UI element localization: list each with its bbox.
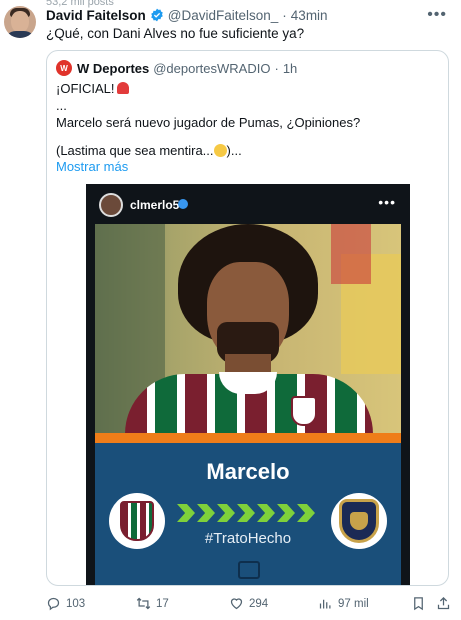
w-deportes-logo: W (56, 60, 72, 76)
bookmark-button[interactable] (411, 596, 431, 611)
quoted-author-handle: @deportesWRADIO (153, 60, 271, 76)
reply-button[interactable]: 103 (46, 596, 85, 611)
share-button[interactable] (436, 596, 456, 611)
quoted-header: W W Deportes @deportesWRADIO · 1h (56, 60, 297, 76)
reply-count: 103 (66, 597, 86, 610)
transfer-graphic-panel: Marcelo #TratoHecho (95, 443, 401, 585)
views-count: 97 mil (338, 597, 369, 610)
instagram-avatar (99, 193, 123, 217)
player-photo (95, 224, 401, 434)
retweet-icon (136, 597, 151, 610)
retweet-button[interactable]: 17 (136, 596, 169, 611)
more-options-icon[interactable]: ••• (427, 6, 447, 24)
transfer-arrows-icon (177, 504, 319, 524)
bookmark-icon (414, 597, 423, 611)
hashtag-text: #TratoHecho (204, 530, 292, 547)
share-icon (437, 596, 450, 610)
tweet-text: ¿Qué, con Dani Alves no fue suficiente y… (46, 26, 305, 41)
author-name[interactable]: David Faitelson (46, 8, 146, 23)
separator-dot: · (282, 7, 287, 23)
reply-icon (47, 597, 60, 611)
action-bar: 103 17 294 97 mil (46, 596, 451, 614)
verified-badge-icon (151, 8, 163, 22)
author-handle[interactable]: @DavidFaitelson_ (168, 8, 279, 23)
views-icon (319, 599, 331, 609)
author-avatar[interactable] (4, 6, 36, 38)
like-count: 294 (249, 597, 269, 610)
show-more-link[interactable]: Mostrar más (56, 159, 128, 174)
siren-emoji-icon (116, 82, 129, 94)
quoted-time: 1h (282, 60, 298, 76)
retweet-count: 17 (156, 597, 169, 610)
tweet-header: David Faitelson @DavidFaitelson_ · 43min (46, 6, 451, 24)
orange-strip (95, 433, 401, 443)
like-icon (230, 598, 243, 610)
like-button[interactable]: 294 (229, 596, 268, 611)
quoted-separator-dot: · (274, 60, 279, 76)
player-name: Marcelo (206, 459, 290, 484)
quoted-line-oficial: ¡OFICIAL! (56, 81, 115, 96)
instagram-more-icon: ••• (378, 194, 396, 210)
instagram-username: clmerlo5 (130, 198, 180, 212)
quoted-tweet[interactable]: W W Deportes @deportesWRADIO · 1h ¡OFICI… (46, 50, 449, 586)
quoted-media-image[interactable]: clmerlo5 ••• Marcelo #TratoHecho (86, 184, 410, 585)
quoted-line-ellipsis: ... (56, 98, 67, 113)
brand-logo-icon (238, 561, 260, 579)
slightly-smiling-face-emoji-icon (213, 144, 227, 157)
views-button[interactable]: 97 mil (318, 596, 369, 611)
quoted-line-aside-end: )... (226, 143, 242, 158)
instagram-verified-icon (178, 199, 188, 209)
tweet-time[interactable]: 43min (291, 8, 328, 23)
instagram-header: clmerlo5 ••• (86, 184, 410, 224)
quoted-text: ¡OFICIAL! ... Marcelo será nuevo jugador… (56, 80, 360, 159)
quoted-author-name: W Deportes (77, 60, 150, 76)
quoted-line-main: Marcelo será nuevo jugador de Pumas, ¿Op… (56, 115, 361, 130)
quoted-line-aside: (Lastima que sea mentira... (56, 143, 214, 158)
